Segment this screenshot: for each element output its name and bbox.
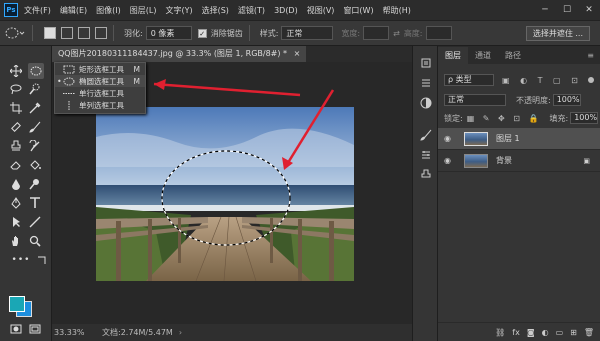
flyout-item-rect-marquee[interactable]: 矩形选框工具 M <box>55 63 145 75</box>
layer-thumbnail <box>464 131 488 146</box>
tab-paths[interactable]: 路径 <box>498 47 528 64</box>
filter-type-icons[interactable]: ▣ ◐ T ▢ ⊡ <box>502 76 582 85</box>
panel-tabs: 图层 通道 路径 ≡ <box>438 46 600 64</box>
flyout-item-label: 椭圆选框工具 <box>79 76 124 86</box>
new-group-icon[interactable]: ▭ <box>556 328 564 337</box>
delete-layer-icon[interactable]: 🗑 <box>584 328 594 337</box>
adjustments-panel-icon[interactable] <box>419 96 433 110</box>
flyout-item-shortcut: M <box>133 64 140 74</box>
layers-panel-footer: ⛓ fx ◙ ◐ ▭ ⊞ 🗑 <box>438 322 600 341</box>
fill-label: 填充: <box>549 113 569 123</box>
flyout-item-single-column-marquee[interactable]: 单列选框工具 <box>55 99 145 111</box>
properties-panel-icon[interactable] <box>419 76 433 90</box>
adjustment-layer-icon[interactable]: ◐ <box>542 328 549 337</box>
flyout-item-shortcut: M <box>133 76 140 86</box>
zoom-level[interactable]: 33.33% <box>54 328 102 337</box>
collapsed-panels-strip <box>412 46 438 341</box>
layer-thumbnail <box>464 153 488 168</box>
layer-row-layer1[interactable]: ◉ 图层 1 <box>438 128 600 150</box>
annotation-arrow-flyout <box>153 82 301 97</box>
marquee-tools-flyout: 矩形选框工具 M • 椭圆选框工具 M 单行选框工具 单列选框工具 <box>54 62 146 114</box>
flyout-item-label: 单行选框工具 <box>79 88 124 98</box>
fill-input[interactable]: 100% <box>570 112 599 124</box>
opacity-label: 不透明度: <box>516 95 551 105</box>
lock-icon: ▣ <box>583 156 590 165</box>
single-column-marquee-icon <box>68 100 70 110</box>
annotation-arrow-selection <box>284 89 335 167</box>
document-info: 文档:2.74M/5.47M <box>102 328 173 337</box>
flyout-item-label: 矩形选框工具 <box>79 64 124 74</box>
fx-icon[interactable]: fx <box>512 328 520 337</box>
single-row-marquee-icon <box>63 92 75 94</box>
flyout-item-ellipse-marquee[interactable]: • 椭圆选框工具 M <box>55 75 145 87</box>
visibility-eye-icon[interactable]: ◉ <box>444 156 454 165</box>
lock-row: 锁定: ▦ ✎ ✥ ⊡ 🔒 填充: 100% <box>438 110 600 126</box>
layer-row-background[interactable]: ◉ 背景 ▣ <box>438 150 600 172</box>
add-mask-icon[interactable]: ◙ <box>527 328 535 337</box>
filter-row: ρ 类型 ▣ ◐ T ▢ ⊡ <box>438 72 600 88</box>
blend-row: 正常 不透明度: 100% <box>438 92 600 108</box>
rectangular-marquee-icon <box>63 65 75 73</box>
link-layers-icon[interactable]: ⛓ <box>495 328 505 337</box>
layer-name[interactable]: 背景 <box>496 155 512 166</box>
clone-source-icon[interactable] <box>419 168 433 182</box>
opacity-input[interactable]: 100% <box>552 94 581 106</box>
panel-menu-icon[interactable]: ≡ <box>587 51 594 60</box>
flyout-item-single-row-marquee[interactable]: 单行选框工具 <box>55 87 145 99</box>
lock-option-icons[interactable]: ▦ ✎ ✥ ⊡ 🔒 <box>467 114 542 123</box>
status-menu-icon[interactable]: › <box>179 328 182 337</box>
elliptical-marquee-icon <box>63 77 75 85</box>
layer-name[interactable]: 图层 1 <box>496 133 520 144</box>
brush-panel-icon[interactable] <box>419 128 433 142</box>
history-panel-icon[interactable] <box>419 56 433 70</box>
selected-bullet: • <box>57 76 62 86</box>
layers-panel: 图层 通道 路径 ≡ ρ 类型 ▣ ◐ T ▢ ⊡ 正常 不透明度: 100% … <box>438 46 600 341</box>
visibility-eye-icon[interactable]: ◉ <box>444 134 454 143</box>
tab-channels[interactable]: 通道 <box>468 47 498 64</box>
status-bar: 33.33% 文档:2.74M/5.47M › <box>52 324 412 341</box>
flyout-item-label: 单列选框工具 <box>79 100 124 110</box>
tab-layers[interactable]: 图层 <box>438 46 468 64</box>
filter-toggle-icon[interactable] <box>588 77 594 83</box>
blend-mode-select[interactable]: 正常 <box>444 94 506 106</box>
lock-label: 锁定: <box>444 113 463 123</box>
kind-filter-select[interactable]: ρ 类型 <box>444 74 494 86</box>
annotation-arrowhead-flyout <box>154 79 166 90</box>
brush-settings-icon[interactable] <box>419 148 433 162</box>
new-layer-icon[interactable]: ⊞ <box>570 328 577 337</box>
